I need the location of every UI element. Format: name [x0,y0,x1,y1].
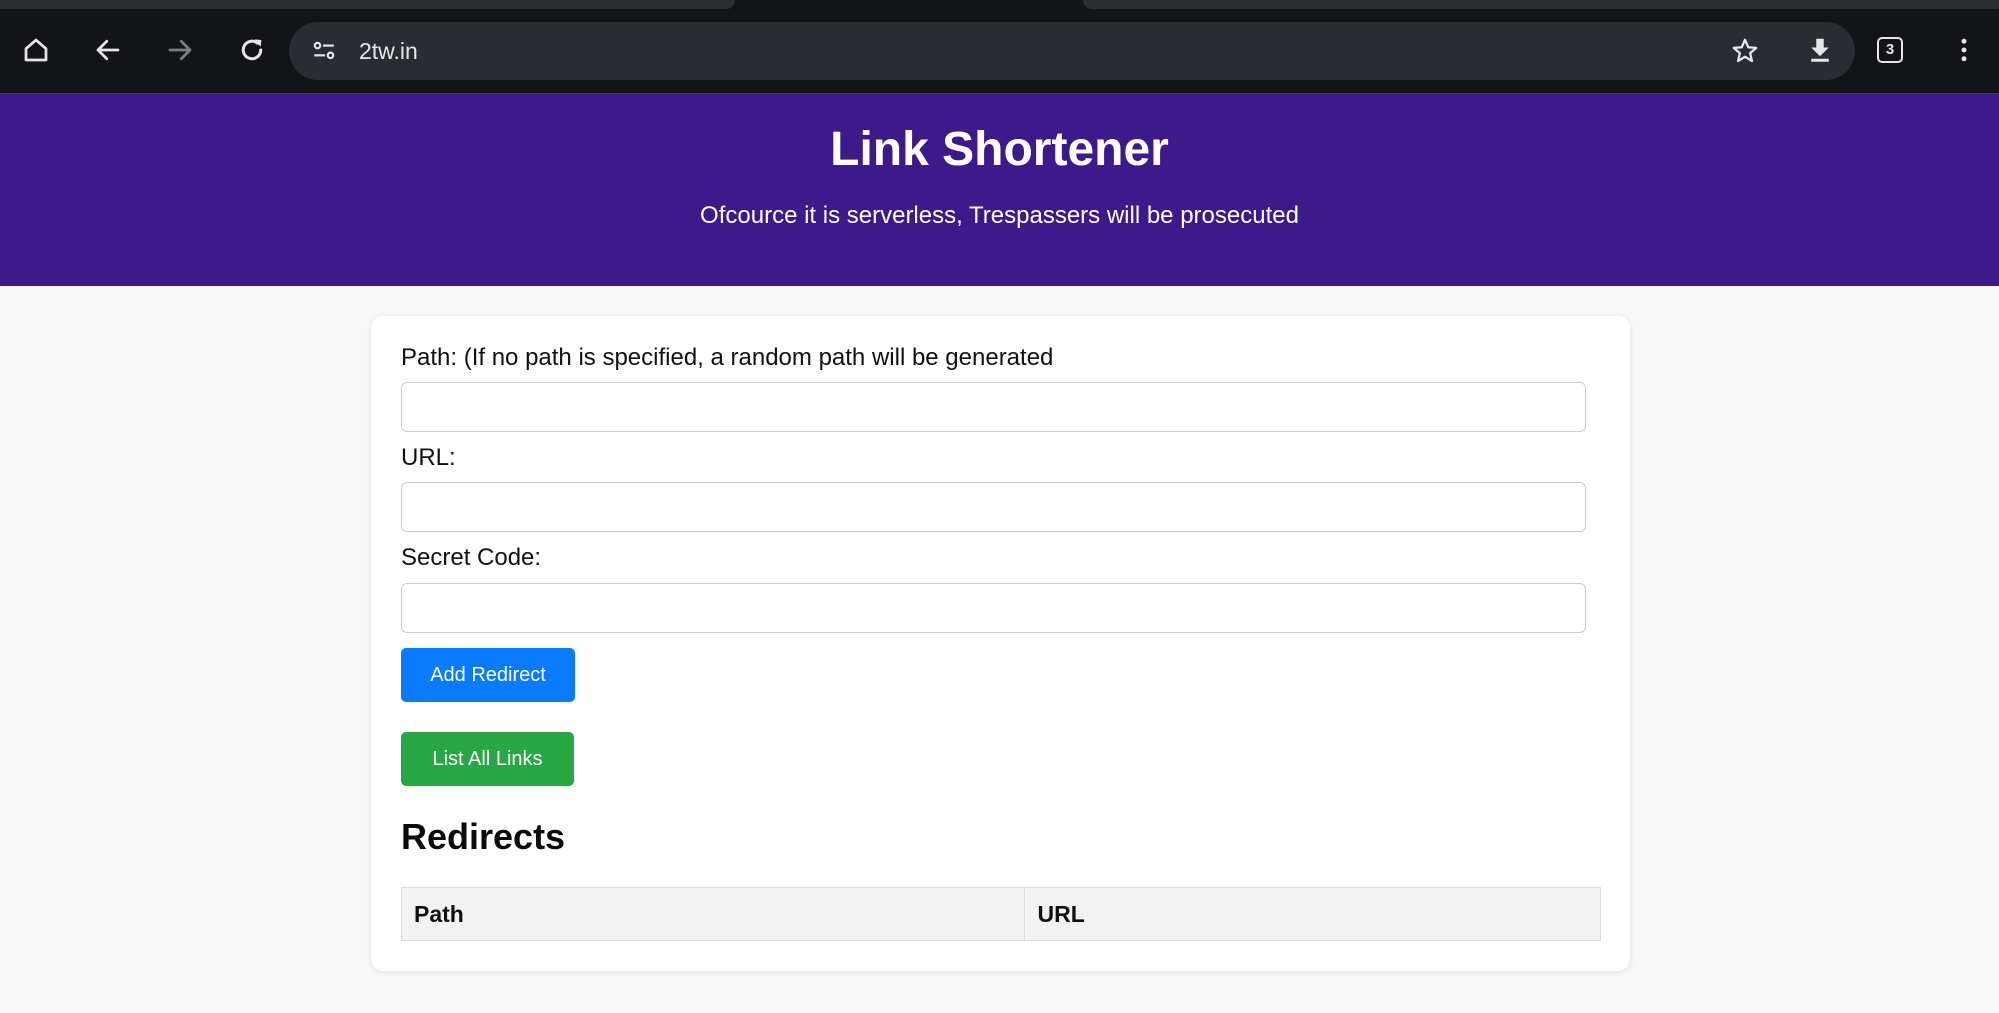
page-header: Link Shortener Ofcource it is serverless… [0,94,1999,286]
home-button[interactable] [16,30,56,70]
tab-strip [0,0,1999,10]
column-header-url: URL [1024,887,1601,941]
path-label: Path: (If no path is specified, a random… [401,344,1054,371]
add-redirect-button[interactable]: Add Redirect [401,648,575,702]
url-label: URL: [401,444,456,471]
secret-code-input[interactable] [401,583,1586,633]
list-all-links-button[interactable]: List All Links [401,732,574,786]
url-text[interactable]: 2tw.in [359,22,418,80]
inactive-tab[interactable] [1083,0,1999,9]
site-settings-button[interactable] [309,36,339,66]
back-arrow-icon [96,39,120,61]
secret-code-label: Secret Code: [401,544,542,571]
redirects-table: Path URL [400,887,1601,941]
downloads-button[interactable] [1800,30,1840,70]
url-input[interactable] [401,482,1586,532]
star-icon [1732,38,1758,63]
site-settings-icon [313,41,335,60]
redirects-heading: Redirects [401,816,566,857]
address-bar[interactable]: 2tw.in [289,22,1855,80]
browser-toolbar: 2tw.in 3 [0,0,1999,94]
bookmark-button[interactable] [1725,31,1765,71]
home-icon [24,38,48,62]
forward-button[interactable] [160,30,200,70]
redirect-form-card: Path: (If no path is specified, a random… [371,316,1630,971]
back-button[interactable] [88,30,128,70]
download-icon [1811,38,1829,62]
column-header-path: Path [400,887,1026,941]
path-input[interactable] [401,382,1586,432]
inactive-tab[interactable] [0,0,735,9]
reload-button[interactable] [232,30,272,70]
table-header-row: Path URL [400,887,1601,941]
menu-button[interactable] [1944,30,1984,70]
page-subtitle: Ofcource it is serverless, Trespassers w… [700,202,1299,229]
forward-arrow-icon [168,39,192,61]
page-title: Link Shortener [830,123,1169,176]
kebab-menu-icon [1961,38,1967,62]
tab-switcher-button[interactable]: 3 [1877,37,1903,63]
reload-icon [241,39,263,61]
navigation-bar: 2tw.in 3 [0,10,1999,93]
